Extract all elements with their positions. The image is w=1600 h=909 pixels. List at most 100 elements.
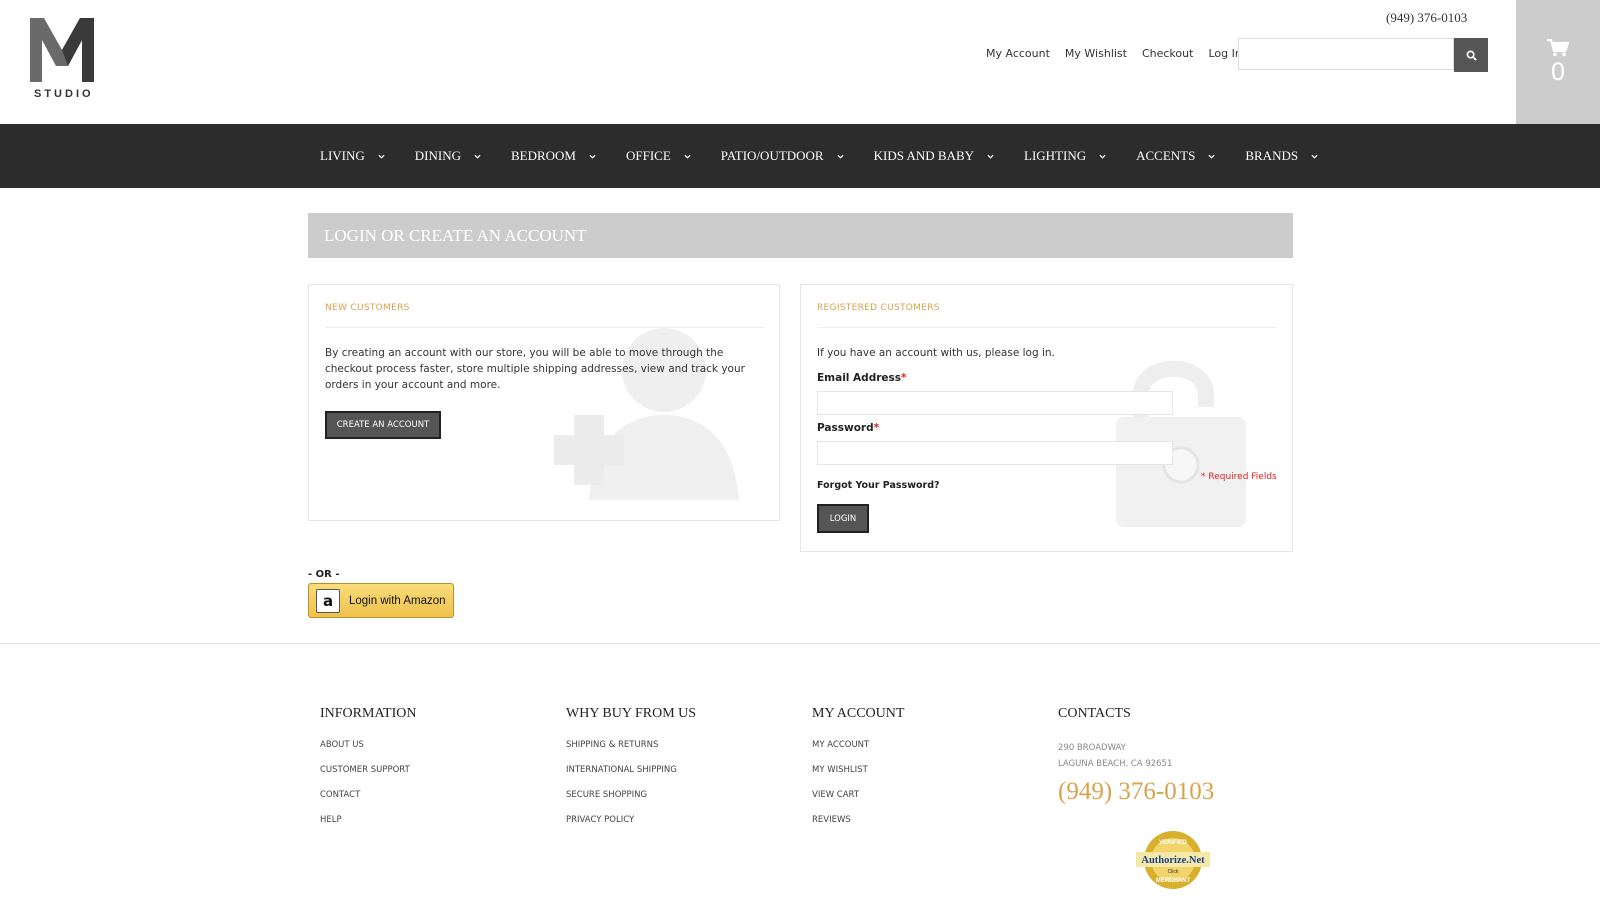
divider: [817, 327, 1277, 328]
required-fields-note: * Required Fields: [1201, 472, 1277, 482]
chevron-down-icon: [987, 154, 994, 159]
cart-icon: [1547, 39, 1569, 57]
amazon-button-label: Login with Amazon: [349, 594, 446, 607]
chevron-down-icon: [837, 154, 844, 159]
footer-link-my-account[interactable]: My Account: [812, 740, 904, 750]
footer-link-view-cart[interactable]: View Cart: [812, 790, 904, 800]
nav-item-bedroom[interactable]: BEDROOM: [511, 148, 596, 164]
logo-m-icon: [30, 18, 94, 82]
my-account-link[interactable]: My Account: [986, 47, 1050, 60]
chevron-down-icon: [1311, 154, 1318, 159]
nav-item-dining[interactable]: DINING: [415, 148, 481, 164]
new-customers-panel: NEW CUSTOMERS By creating an account wit…: [308, 284, 780, 521]
padlock-icon: [1116, 360, 1246, 527]
search-input[interactable]: [1238, 38, 1454, 70]
login-with-amazon-button[interactable]: a Login with Amazon: [308, 583, 454, 618]
forgot-password-link[interactable]: Forgot Your Password?: [817, 480, 940, 491]
footer-link-reviews[interactable]: Reviews: [812, 815, 904, 825]
amazon-icon: a: [316, 588, 340, 613]
email-label-text: Email Address: [817, 372, 902, 384]
nav-item-label: ACCENTS: [1136, 148, 1196, 163]
site-header: STUDIO (949) 376-0103 My Account My Wish…: [0, 0, 1600, 124]
footer-why-buy: WHY BUY FROM US Shipping & Returns Inter…: [566, 706, 696, 840]
nav-item-accents[interactable]: ACCENTS: [1136, 148, 1215, 164]
footer-link-my-wishlist[interactable]: My Wishlist: [812, 765, 904, 775]
footer-information: INFORMATION About Us Customer Support Co…: [320, 706, 416, 840]
password-label: Password*: [817, 422, 879, 434]
required-mark: *: [873, 422, 880, 434]
create-account-button[interactable]: CREATE AN ACCOUNT: [325, 411, 441, 439]
new-customers-heading: NEW CUSTOMERS: [325, 303, 410, 313]
new-customers-text: By creating an account with our store, y…: [325, 347, 745, 391]
footer-contacts: CONTACTS 290 BROADWAY LAGUNA BEACH, CA 9…: [1058, 706, 1214, 806]
nav-item-kids-and-baby[interactable]: KIDS AND BABY: [874, 148, 994, 164]
footer-link-customer-support[interactable]: Customer Support: [320, 765, 416, 775]
nav-item-label: LIGHTING: [1024, 148, 1087, 163]
chevron-down-icon: [474, 154, 481, 159]
nav-item-living[interactable]: LIVING: [320, 148, 385, 164]
search-icon: [1466, 50, 1477, 61]
checkout-link[interactable]: Checkout: [1142, 47, 1193, 60]
footer-address-line1: 290 BROADWAY: [1058, 743, 1126, 753]
footer-my-account-title: MY ACCOUNT: [812, 706, 905, 721]
seal-top-text: VERIFIED: [1159, 840, 1187, 846]
chevron-down-icon: [684, 154, 691, 159]
new-user-icon: [554, 328, 739, 500]
footer-my-account: MY ACCOUNT My Account My Wishlist View C…: [812, 706, 904, 840]
header-phone: (949) 376-0103: [1386, 10, 1468, 25]
nav-item-label: KIDS AND BABY: [873, 148, 975, 163]
nav-item-label: LIVING: [320, 148, 365, 163]
page-title-bar: LOGIN OR CREATE AN ACCOUNT: [308, 213, 1293, 258]
seal-bottom-text: MERCHANT: [1156, 878, 1191, 884]
seal-brand: Authorize.Net: [1141, 855, 1205, 866]
cart-count: 0: [1550, 58, 1566, 86]
login-button[interactable]: LOGIN: [817, 504, 869, 533]
nav-item-label: BEDROOM: [510, 148, 576, 163]
footer-address-line2: LAGUNA BEACH, CA 92651: [1058, 759, 1173, 769]
email-field[interactable]: [817, 391, 1173, 415]
login-link[interactable]: Log In: [1208, 47, 1241, 60]
footer-link-help[interactable]: Help: [320, 815, 416, 825]
footer-link-privacy-policy[interactable]: Privacy Policy: [566, 815, 696, 825]
registered-customers-text: If you have an account with us, please l…: [817, 347, 1055, 359]
nav-item-label: OFFICE: [626, 148, 671, 163]
required-mark: *: [901, 372, 907, 384]
divider: [325, 327, 765, 328]
chevron-down-icon: [1099, 154, 1106, 159]
nav-item-brands[interactable]: BRANDS: [1245, 148, 1318, 164]
logo-text: STUDIO: [34, 88, 94, 100]
registered-customers-panel: REGISTERED CUSTOMERS If you have an acco…: [800, 284, 1293, 552]
footer-contacts-title: CONTACTS: [1058, 706, 1131, 721]
chevron-down-icon: [1208, 154, 1215, 159]
main-nav: LIVING DINING BEDROOM OFFICE PATIO/OUTDO…: [0, 124, 1600, 188]
footer-link-secure-shopping[interactable]: Secure Shopping: [566, 790, 696, 800]
authorize-net-seal[interactable]: Authorize.Net VERIFIED MERCHANT Click: [1136, 829, 1210, 891]
search-button[interactable]: [1454, 38, 1488, 72]
footer-link-shipping-returns[interactable]: Shipping & Returns: [566, 740, 696, 750]
nav-item-patio-outdoor[interactable]: PATIO/OUTDOOR: [721, 148, 844, 164]
nav-item-lighting[interactable]: LIGHTING: [1024, 148, 1106, 164]
password-label-text: Password: [817, 422, 874, 434]
footer-link-international-shipping[interactable]: International Shipping: [566, 765, 696, 775]
footer-phone: (949) 376-0103: [1058, 778, 1215, 805]
nav-item-label: PATIO/OUTDOOR: [720, 148, 824, 163]
nav-item-office[interactable]: OFFICE: [626, 148, 691, 164]
footer-why-buy-title: WHY BUY FROM US: [566, 706, 697, 721]
nav-item-label: DINING: [414, 148, 461, 163]
password-field[interactable]: [817, 441, 1173, 465]
nav-item-label: BRANDS: [1245, 148, 1299, 163]
seal-click-text: Click: [1168, 869, 1179, 875]
or-separator: - OR -: [308, 569, 340, 580]
page-title: LOGIN OR CREATE AN ACCOUNT: [324, 226, 587, 245]
cart-button[interactable]: 0: [1516, 0, 1600, 124]
footer-link-contact[interactable]: Contact: [320, 790, 416, 800]
verified-merchant-seal-icon: Authorize.Net VERIFIED MERCHANT Click: [1136, 831, 1210, 889]
top-links: My Account My Wishlist Checkout Log In: [986, 47, 1242, 60]
chevron-down-icon: [378, 154, 385, 159]
footer-information-title: INFORMATION: [320, 706, 417, 721]
nav-items: LIVING DINING BEDROOM OFFICE PATIO/OUTDO…: [320, 124, 1348, 188]
registered-customers-heading: REGISTERED CUSTOMERS: [817, 303, 940, 313]
my-wishlist-link[interactable]: My Wishlist: [1065, 47, 1127, 60]
chevron-down-icon: [589, 154, 596, 159]
footer-link-about-us[interactable]: About Us: [320, 740, 416, 750]
